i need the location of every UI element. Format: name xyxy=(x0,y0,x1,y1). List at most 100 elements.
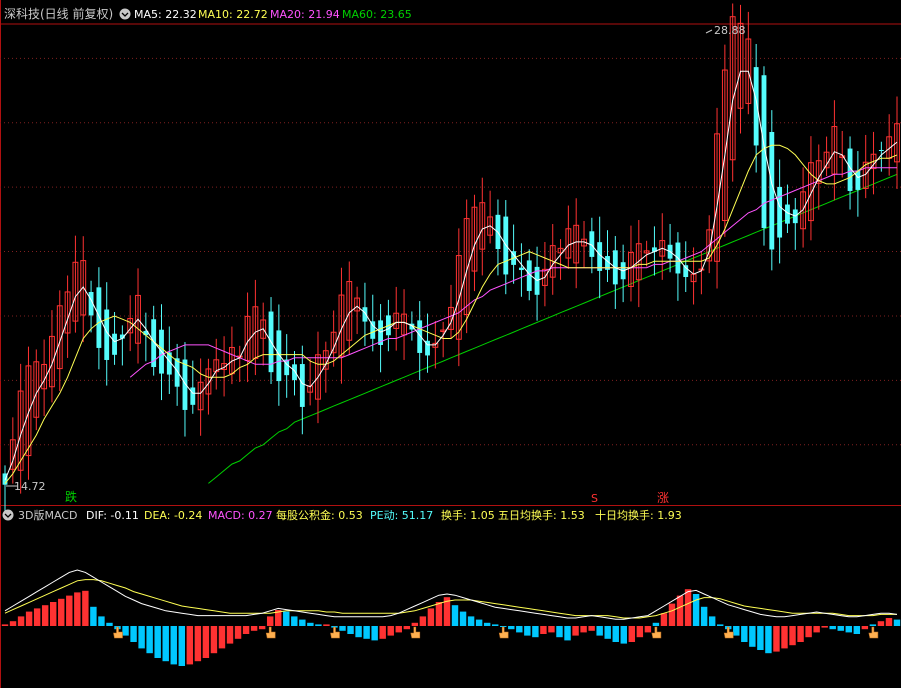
macd-bar xyxy=(532,626,539,638)
macd-bar xyxy=(805,626,812,638)
macd-bar xyxy=(459,611,467,626)
macd-bar xyxy=(869,624,877,626)
macd-bar xyxy=(307,622,314,626)
macd-bar xyxy=(25,611,33,626)
macd-bar xyxy=(491,624,499,626)
macd-bar xyxy=(652,622,660,626)
macd-bar xyxy=(194,626,202,662)
macd-bar xyxy=(347,626,354,634)
s-marker: S xyxy=(591,492,598,505)
macd-settings-icon[interactable] xyxy=(2,509,14,521)
macd-bar xyxy=(387,626,394,636)
macd-bar xyxy=(395,626,402,633)
macd-bar xyxy=(741,626,748,642)
macd-bar xyxy=(749,626,756,647)
macd-bar xyxy=(299,619,306,626)
macd-bar xyxy=(242,626,250,634)
macd-bar xyxy=(516,626,523,633)
dif-label: DIF: -0.11 xyxy=(86,509,139,522)
macd-bar xyxy=(250,626,258,631)
macd-bar xyxy=(403,626,411,630)
macd-bar xyxy=(98,616,105,626)
candle-body-down xyxy=(112,333,117,355)
macd-bar xyxy=(435,602,443,626)
candle-body-down xyxy=(292,364,297,381)
candle-body-down xyxy=(182,359,188,410)
macd-bar xyxy=(467,616,475,626)
macd-bar xyxy=(716,624,724,626)
macd-bar xyxy=(556,626,563,638)
macd-bar xyxy=(9,621,17,626)
macd-bar xyxy=(660,613,668,626)
macd-bar xyxy=(773,626,780,652)
macd-bar xyxy=(757,626,764,650)
pe-label: PE动: 51.17 xyxy=(370,509,433,522)
macd-label: MACD: 0.27 xyxy=(208,509,273,522)
macd-bar xyxy=(612,626,619,642)
candle-body-down xyxy=(769,131,775,250)
macd-bar xyxy=(363,626,370,639)
macd-bar xyxy=(291,616,298,626)
candle-body-down xyxy=(299,364,305,407)
macd-bar xyxy=(283,611,290,626)
turnover5-label: 五日均换手: 1.53 xyxy=(498,508,585,522)
macd-bar xyxy=(692,594,700,626)
macd-bar xyxy=(138,626,145,649)
candle-body-down xyxy=(362,307,368,322)
macd-bar xyxy=(877,621,885,626)
macd-bar xyxy=(588,626,595,631)
macd-bar xyxy=(845,626,852,633)
macd-bar xyxy=(789,626,796,646)
macd-bar xyxy=(355,626,362,638)
macd-bar xyxy=(483,622,491,626)
macd-bar xyxy=(50,602,57,626)
low-price-label: 14.72 xyxy=(14,480,46,493)
macd-bar xyxy=(379,626,386,639)
macd-bar xyxy=(733,626,740,636)
candle-body-down xyxy=(753,67,759,146)
macd-bar xyxy=(66,595,73,626)
macd-bar xyxy=(371,626,378,641)
macd-bar xyxy=(170,626,177,665)
macd-bar xyxy=(628,626,636,642)
macd-bar xyxy=(427,608,435,626)
macd-title: 3D版MACD xyxy=(18,508,77,522)
macd-bar xyxy=(234,626,242,639)
macd-bar xyxy=(258,626,266,630)
candle-body-down xyxy=(190,387,196,405)
macd-bar xyxy=(797,626,804,642)
macd-bar xyxy=(411,622,419,626)
dea-label: DEA: -0.24 xyxy=(144,509,202,522)
macd-bar xyxy=(644,626,652,633)
macd-bar xyxy=(33,608,41,626)
macd-bar xyxy=(700,606,708,626)
macd-bar xyxy=(323,624,330,626)
macd-bar xyxy=(106,622,113,626)
fall-marker: 跌 xyxy=(65,489,77,504)
macd-bar xyxy=(813,626,820,633)
macd-bar xyxy=(162,626,169,662)
settings-icon[interactable] xyxy=(119,8,131,20)
candle-body-down xyxy=(518,267,524,271)
macd-bar xyxy=(708,616,716,626)
macd-bar xyxy=(781,626,788,649)
candle-body-down xyxy=(96,287,102,348)
macd-bar xyxy=(508,626,515,630)
macd-bar xyxy=(146,626,153,654)
candle-body-down xyxy=(878,149,884,151)
macd-bar xyxy=(315,624,322,626)
macd-bar xyxy=(620,626,627,644)
candle-body-down xyxy=(370,321,376,339)
macd-bar xyxy=(853,626,861,634)
macd-bar xyxy=(668,603,676,626)
macd-bar xyxy=(339,626,346,631)
stock-chart: 28.88 14.72 跌 S 涨 深科技(日线 前复权) MA5: 22.32… xyxy=(0,0,901,688)
macd-bar xyxy=(58,598,65,626)
stock-title: 深科技(日线 前复权) xyxy=(4,6,113,21)
macd-bar xyxy=(893,619,901,626)
turnover-label: 换手: 1.05 xyxy=(441,508,495,522)
macd-bar xyxy=(524,626,531,636)
macd-bar xyxy=(821,626,828,628)
macd-bar xyxy=(475,619,483,626)
ma5-label: MA5: 22.32 xyxy=(134,8,197,21)
